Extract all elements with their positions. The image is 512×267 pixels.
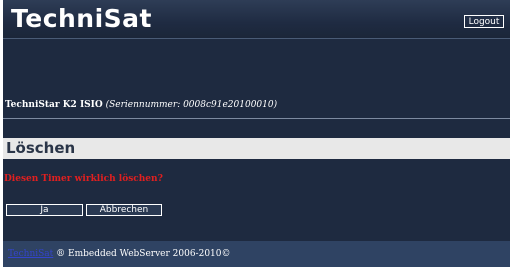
technisat-link[interactable]: TechniSat [8, 249, 53, 259]
technisat-logo: TechniSat [11, 4, 152, 33]
device-serial: (Seriennummer: 0008c91e20100010) [105, 100, 278, 110]
page-frame: TechniSat Logout TechniStar K2 ISIO (Ser… [3, 0, 510, 267]
yes-button[interactable]: Ja [6, 204, 83, 216]
header: TechniSat Logout [3, 0, 510, 39]
page-title: Löschen [6, 139, 76, 157]
cancel-button[interactable]: Abbrechen [86, 204, 162, 216]
divider [3, 118, 510, 119]
title-bar: Löschen [3, 138, 510, 159]
device-info: TechniStar K2 ISIO (Seriennummer: 0008c9… [5, 100, 277, 110]
logout-button[interactable]: Logout [464, 15, 504, 28]
footer-text-row: TechniSat ® Embedded WebServer 2006-2010… [8, 249, 231, 259]
footer-copyright: ® Embedded WebServer 2006-2010© [53, 249, 231, 259]
device-model: TechniStar K2 ISIO [5, 100, 103, 110]
confirm-question: Diesen Timer wirklich löschen? [4, 174, 163, 184]
footer: TechniSat ® Embedded WebServer 2006-2010… [3, 241, 510, 267]
